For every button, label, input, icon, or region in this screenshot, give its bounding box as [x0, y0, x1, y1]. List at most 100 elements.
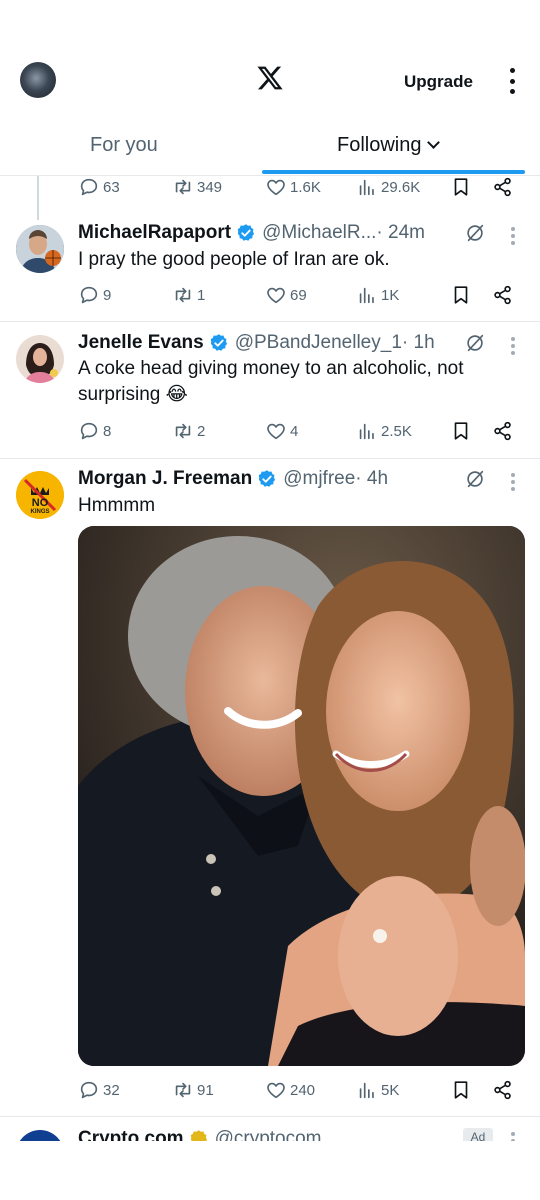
bookmark-button[interactable] — [450, 420, 472, 442]
verified-badge-icon — [210, 334, 227, 351]
tweet-actions: 9 1 69 1K — [0, 284, 540, 310]
repost-count: 1 — [197, 286, 206, 304]
timestamp[interactable]: · 4h — [355, 468, 388, 490]
upgrade-button[interactable]: Upgrade — [404, 72, 473, 92]
grok-icon[interactable] — [464, 332, 486, 354]
repost-count: 91 — [197, 1081, 214, 1099]
avatar-text-no: NO — [32, 497, 49, 509]
repost-button[interactable]: 349 — [172, 176, 222, 198]
tweet-text: Hmmmm — [78, 495, 156, 516]
ad-label: Ad — [463, 1128, 493, 1142]
reply-count: 63 — [103, 178, 120, 196]
view-count: 1K — [381, 286, 400, 304]
repost-icon — [175, 423, 191, 439]
more-icon[interactable] — [511, 337, 516, 355]
repost-icon — [175, 287, 191, 303]
share-button[interactable] — [492, 1079, 514, 1101]
avatar-text-kings: KINGS — [30, 509, 49, 515]
repost-button[interactable]: 91 — [172, 1079, 214, 1101]
repost-icon — [175, 179, 191, 195]
profile-avatar[interactable] — [20, 62, 56, 98]
share-icon — [494, 285, 511, 305]
heart-icon — [267, 179, 285, 196]
like-button[interactable]: 4 — [265, 420, 298, 442]
divider — [0, 321, 540, 322]
display-name[interactable]: Jenelle Evans — [78, 332, 204, 354]
display-name[interactable]: Morgan J. Freeman — [78, 468, 252, 490]
timestamp[interactable]: · 1h — [402, 332, 435, 354]
x-logo-icon[interactable] — [256, 64, 284, 92]
view-count: 29.6K — [381, 178, 421, 196]
heart-icon — [267, 423, 285, 440]
like-count: 4 — [290, 422, 299, 440]
photo-image — [78, 526, 525, 1066]
repost-button[interactable]: 1 — [172, 284, 205, 306]
timestamp[interactable]: · 24m — [376, 222, 425, 244]
like-count: 1.6K — [290, 178, 321, 196]
handle[interactable]: @MichaelR... — [262, 222, 376, 244]
display-name[interactable]: MichaelRapaport — [78, 222, 231, 244]
bookmark-button[interactable] — [450, 284, 472, 306]
handle[interactable]: @PBandJenelley_1 — [235, 332, 402, 354]
reply-count: 32 — [103, 1081, 120, 1099]
bookmark-button[interactable] — [450, 176, 472, 198]
like-button[interactable]: 69 — [265, 284, 307, 306]
bookmark-button[interactable] — [450, 1079, 472, 1101]
reply-icon — [80, 422, 98, 440]
more-icon[interactable] — [511, 473, 516, 491]
reply-button[interactable]: 32 — [78, 1079, 120, 1101]
like-button[interactable]: 1.6K — [265, 176, 321, 198]
like-button[interactable]: 240 — [265, 1079, 315, 1101]
like-count: 69 — [290, 286, 307, 304]
bookmark-icon — [454, 1081, 468, 1099]
active-tab-indicator — [262, 170, 525, 174]
kebab-icon[interactable] — [506, 68, 518, 94]
reply-button[interactable]: 8 — [78, 420, 111, 442]
views-button[interactable]: 2.5K — [356, 420, 412, 442]
share-button[interactable] — [492, 176, 514, 198]
timeline-tabs: For you Following — [0, 120, 540, 176]
repost-button[interactable]: 2 — [172, 420, 205, 442]
grok-icon[interactable] — [464, 222, 486, 244]
reply-icon — [80, 1081, 98, 1099]
verified-badge-icon — [258, 470, 276, 487]
reply-button[interactable]: 9 — [78, 284, 111, 306]
prev-tweet-actions: 63 349 1.6K 29.6K — [0, 176, 540, 202]
tab-for-you[interactable]: For you — [90, 134, 158, 157]
avatar[interactable] — [16, 225, 64, 273]
tweet-media-photo[interactable] — [78, 526, 525, 1066]
share-icon — [494, 421, 511, 441]
chevron-down-icon — [427, 136, 441, 149]
more-icon[interactable] — [511, 227, 516, 245]
views-button[interactable]: 29.6K — [356, 176, 420, 198]
view-count: 2.5K — [381, 422, 412, 440]
share-icon — [494, 177, 511, 197]
tweet-actions: 32 91 240 5K — [0, 1079, 540, 1105]
bookmark-icon — [454, 178, 468, 196]
tweet-header: Morgan J. Freeman @mjfree · 4h — [78, 468, 388, 490]
divider — [0, 1116, 540, 1117]
grok-icon[interactable] — [464, 468, 486, 490]
tab-following-label: Following — [337, 134, 422, 156]
tweet-text: A coke head giving money to an alcoholic… — [78, 358, 464, 405]
views-button[interactable]: 1K — [356, 284, 399, 306]
share-button[interactable] — [492, 420, 514, 442]
handle[interactable]: @mjfree — [283, 468, 355, 490]
tab-following[interactable]: Following — [337, 134, 441, 157]
bookmark-icon — [454, 286, 468, 304]
avatar[interactable] — [16, 335, 64, 383]
avatar-image — [16, 225, 64, 273]
screen-bottom-area — [0, 1141, 540, 1200]
tweet-header: MichaelRapaport @MichaelR... · 24m — [78, 222, 425, 244]
repost-count: 2 — [197, 422, 206, 440]
share-icon — [494, 1080, 511, 1100]
views-button[interactable]: 5K — [356, 1079, 399, 1101]
heart-icon — [267, 287, 285, 304]
reply-icon — [80, 178, 98, 196]
reply-button[interactable]: 63 — [78, 176, 120, 198]
avatar[interactable]: NO KINGS — [16, 471, 64, 519]
analytics-icon — [359, 179, 374, 196]
share-button[interactable] — [492, 284, 514, 306]
view-count: 5K — [381, 1081, 400, 1099]
top-bar: Upgrade — [0, 0, 540, 120]
